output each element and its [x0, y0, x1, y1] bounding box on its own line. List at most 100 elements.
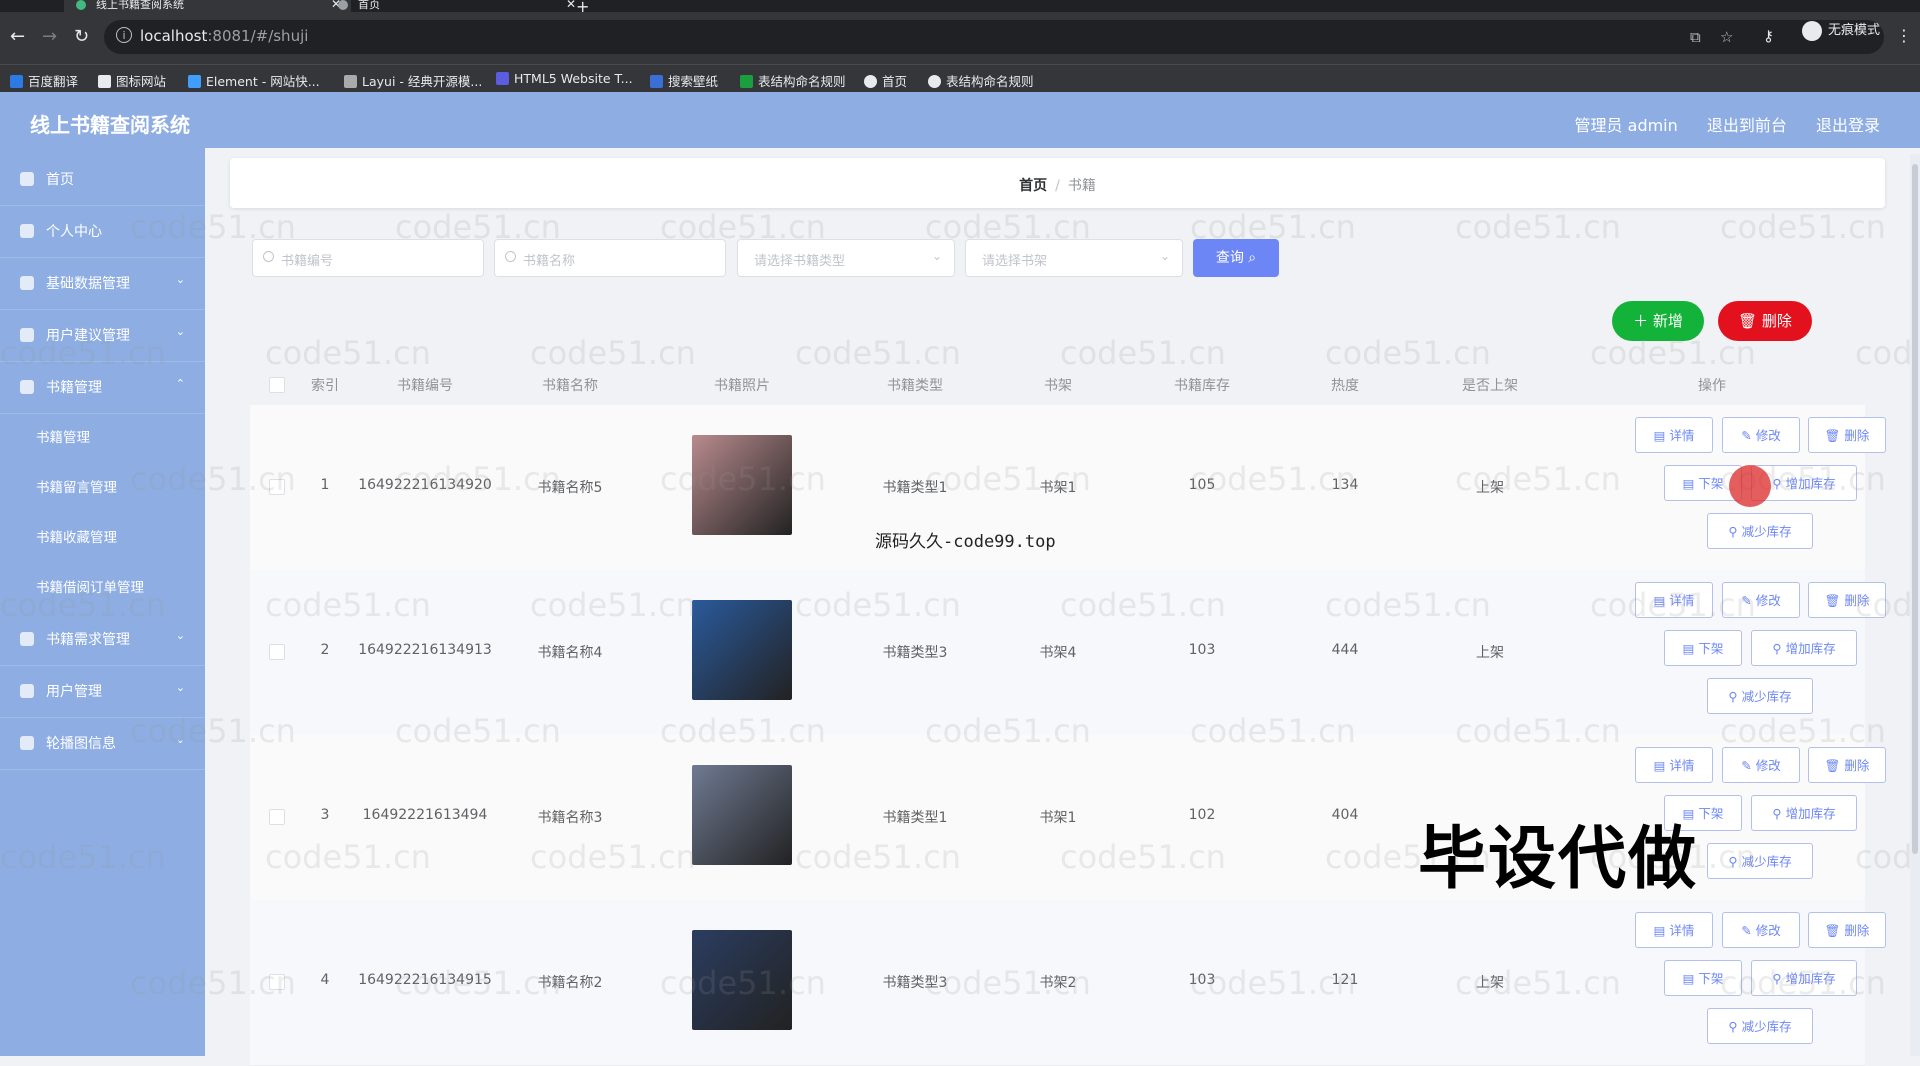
row-delete-button[interactable]: 🗑 删除 — [1808, 912, 1886, 948]
cell-name: 书籍名称4 — [537, 645, 603, 661]
sidebar-item-carousel[interactable]: 轮播图信息 ⌄ — [0, 718, 205, 770]
add-stock-button[interactable]: ⚲ 增加库存 — [1751, 795, 1857, 831]
breadcrumb-home[interactable]: 首页 — [1019, 178, 1047, 194]
bookmark-item[interactable]: Layui - 经典开源模... — [344, 71, 482, 90]
select-all-checkbox[interactable] — [269, 377, 285, 393]
reduce-stock-button[interactable]: ⚲ 减少库存 — [1707, 513, 1813, 549]
cell-index: 4 — [320, 972, 330, 988]
reduce-stock-label: 减少库存 — [1741, 524, 1792, 539]
close-icon[interactable]: ✕ — [566, 0, 576, 10]
column-header: 书架 — [1044, 378, 1072, 394]
edit-button[interactable]: ✎ 修改 — [1722, 417, 1800, 453]
row-checkbox[interactable] — [269, 974, 285, 990]
bookmark-item[interactable]: 表结构命名规则 — [740, 71, 846, 90]
detail-label: 详情 — [1669, 593, 1695, 608]
info-icon[interactable]: i — [116, 27, 132, 43]
cell-type: 书籍类型1 — [882, 810, 948, 826]
sidebar-item-book-requests[interactable]: 书籍需求管理 ⌄ — [0, 614, 205, 666]
to-front-link[interactable]: 退出到前台 — [1707, 116, 1787, 135]
menu-dots-icon[interactable]: ⋮ — [1896, 26, 1912, 45]
book-name-input[interactable]: 书籍名称 — [494, 239, 726, 277]
globe-icon — [338, 0, 348, 10]
sidebar-item-home[interactable]: 首页 — [0, 154, 205, 206]
row-actions: ▤ 详情 ✎ 修改 🗑 删除 ▤ 下架 ⚲ 增加库存 ⚲ 减少库存 — [1585, 900, 1886, 1065]
browser-tab-active[interactable]: 线上书籍查阅系统 ✕ — [64, 0, 351, 12]
logout-link[interactable]: 退出登录 — [1816, 116, 1880, 135]
cell-code: 16492221613494 — [362, 807, 488, 823]
sidebar-item-books[interactable]: 书籍管理 ⌃ — [0, 362, 205, 414]
input-placeholder: 书籍编号 — [281, 254, 334, 269]
sidebar-item-label: 书籍管理 — [36, 430, 90, 446]
batch-delete-button[interactable]: 🗑 删除 — [1718, 301, 1812, 341]
offshelf-button[interactable]: ▤ 下架 — [1664, 960, 1742, 996]
reduce-stock-label: 减少库存 — [1741, 854, 1792, 869]
sidebar-subitem-borrow-orders[interactable]: 书籍借阅订单管理 — [0, 564, 205, 608]
detail-button[interactable]: ▤ 详情 — [1635, 747, 1713, 783]
sidebar-item-users[interactable]: 用户管理 ⌄ — [0, 666, 205, 718]
cell-code: 164922216134915 — [358, 972, 492, 988]
chevron-down-icon: ⌄ — [175, 273, 185, 286]
row-checkbox[interactable] — [269, 479, 285, 495]
sidebar-item-suggestions[interactable]: 用户建议管理 ⌄ — [0, 310, 205, 362]
offshelf-button[interactable]: ▤ 下架 — [1664, 630, 1742, 666]
url-text: localhost:8081/#/shuji — [140, 27, 308, 45]
page-scrollbar[interactable] — [1910, 154, 1920, 1056]
bookmark-item[interactable]: Element - 网站快... — [188, 71, 320, 90]
detail-button[interactable]: ▤ 详情 — [1635, 417, 1713, 453]
add-stock-button[interactable]: ⚲ 增加库存 — [1751, 630, 1857, 666]
star-icon[interactable]: ☆ — [1720, 28, 1733, 46]
cell-stock: 103 — [1188, 972, 1216, 988]
cell-name: 书籍名称2 — [537, 975, 603, 991]
edit-button[interactable]: ✎ 修改 — [1722, 912, 1800, 948]
layui-icon — [344, 75, 357, 88]
sidebar-item-profile[interactable]: 个人中心 — [0, 206, 205, 258]
sidebar-item-basic-data[interactable]: 基础数据管理 ⌄ — [0, 258, 205, 310]
bookmark-item[interactable]: HTML5 Website T... — [496, 71, 633, 86]
row-delete-button[interactable]: 🗑 删除 — [1808, 417, 1886, 453]
row-checkbox[interactable] — [269, 809, 285, 825]
scrollbar-thumb[interactable] — [1912, 164, 1918, 854]
forward-icon[interactable]: → — [42, 26, 57, 47]
key-icon[interactable]: ⚷ — [1763, 27, 1774, 45]
incognito-indicator[interactable]: 无痕模式 — [1801, 19, 1880, 41]
column-header: 是否上架 — [1462, 378, 1518, 394]
click-cursor-indicator — [1729, 465, 1771, 507]
row-checkbox[interactable] — [269, 644, 285, 660]
edit-button[interactable]: ✎ 修改 — [1722, 582, 1800, 618]
url-field[interactable]: i localhost:8081/#/shuji ⧉ ☆ — [104, 20, 1884, 54]
chevron-down-icon: ⌄ — [1159, 249, 1170, 263]
plus-icon: ＋ — [1633, 312, 1649, 330]
sidebar-subitem-books[interactable]: 书籍管理 — [0, 414, 205, 458]
breadcrumb-current: 书籍 — [1067, 178, 1096, 194]
book-code-input[interactable]: 书籍编号 — [252, 239, 484, 277]
translate-icon[interactable]: ⧉ — [1690, 28, 1701, 46]
browser-tab[interactable]: 首页 ✕ — [326, 0, 586, 12]
back-icon[interactable]: ← — [10, 26, 25, 47]
detail-button[interactable]: ▤ 详情 — [1635, 582, 1713, 618]
sidebar-subitem-book-comments[interactable]: 书籍留言管理 — [0, 464, 205, 508]
bookmark-item[interactable]: 百度翻译 — [10, 71, 78, 90]
reduce-stock-button[interactable]: ⚲ 减少库存 — [1707, 678, 1813, 714]
add-button[interactable]: ＋ 新增 — [1612, 301, 1704, 341]
bookmark-item[interactable]: 搜索壁纸 — [650, 71, 718, 90]
row-delete-button[interactable]: 🗑 删除 — [1808, 747, 1886, 783]
sidebar-item-label: 用户管理 — [46, 684, 102, 700]
bookmark-label: 表结构命名规则 — [946, 74, 1034, 89]
edit-button[interactable]: ✎ 修改 — [1722, 747, 1800, 783]
query-button[interactable]: 查询 ⌕ — [1193, 239, 1279, 277]
shelf-select[interactable]: 请选择书架 ⌄ — [965, 239, 1183, 277]
message-icon — [20, 328, 34, 342]
row-delete-button[interactable]: 🗑 删除 — [1808, 582, 1886, 618]
reduce-stock-button[interactable]: ⚲ 减少库存 — [1707, 1008, 1813, 1044]
bookmark-item[interactable]: 图标网站 — [98, 71, 166, 90]
add-stock-button[interactable]: ⚲ 增加库存 — [1751, 960, 1857, 996]
reduce-stock-button[interactable]: ⚲ 减少库存 — [1707, 843, 1813, 879]
detail-button[interactable]: ▤ 详情 — [1635, 912, 1713, 948]
reload-icon[interactable]: ↻ — [74, 26, 89, 47]
cell-type: 书籍类型3 — [882, 975, 948, 991]
bookmark-item[interactable]: 首页 — [864, 71, 907, 90]
bookmark-item[interactable]: 表结构命名规则 — [928, 71, 1034, 90]
sidebar-subitem-book-favorites[interactable]: 书籍收藏管理 — [0, 514, 205, 558]
sidebar-item-label: 基础数据管理 — [46, 276, 130, 292]
book-type-select[interactable]: 请选择书籍类型 ⌄ — [737, 239, 955, 277]
